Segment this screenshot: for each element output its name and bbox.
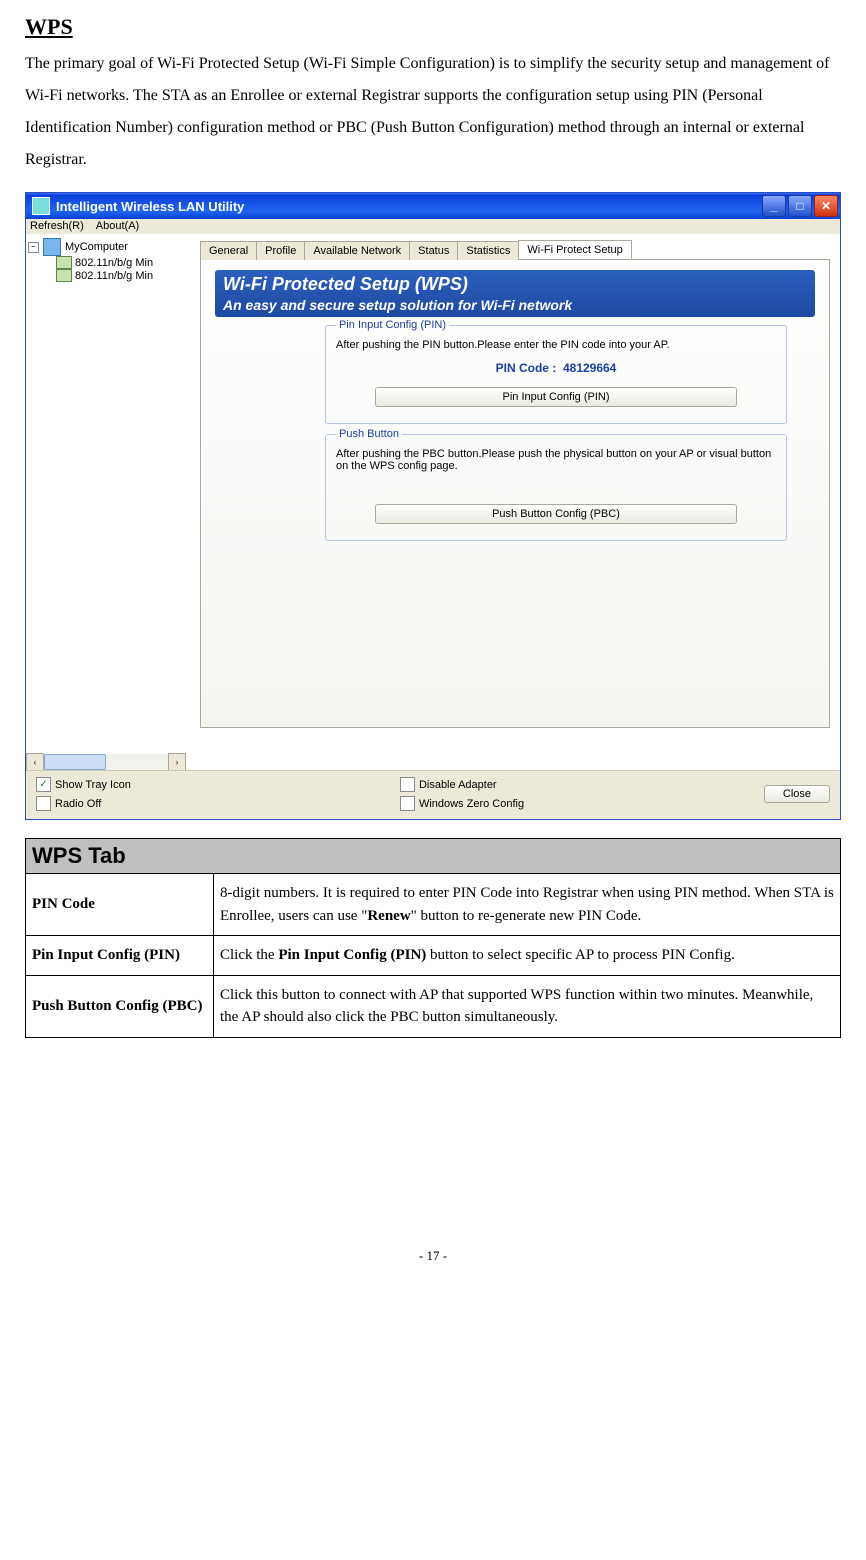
wps-banner: Wi-Fi Protected Setup (WPS) An easy and … bbox=[215, 270, 815, 317]
show-tray-checkbox[interactable]: ✓ Show Tray Icon bbox=[36, 777, 390, 792]
row-key: PIN Code bbox=[26, 874, 214, 936]
tree-root[interactable]: − MyComputer bbox=[28, 238, 184, 256]
pbc-hint: After pushing the PBC button.Please push… bbox=[336, 448, 776, 472]
app-icon bbox=[32, 197, 50, 215]
close-window-button[interactable]: ✕ bbox=[814, 195, 838, 217]
app-window: Intelligent Wireless LAN Utility _ □ ✕ R… bbox=[25, 192, 841, 820]
computer-icon bbox=[43, 238, 61, 256]
tab-available-network[interactable]: Available Network bbox=[304, 241, 410, 260]
checkbox-icon bbox=[400, 796, 415, 811]
tab-content: Wi-Fi Protected Setup (WPS) An easy and … bbox=[200, 260, 830, 728]
table-row: PIN Code 8-digit numbers. It is required… bbox=[26, 874, 841, 936]
tree-child-label: 802.11n/b/g Min bbox=[75, 257, 153, 269]
tree-scrollbar[interactable]: ‹ › bbox=[26, 754, 186, 770]
scroll-thumb[interactable] bbox=[44, 754, 106, 770]
banner-title: Wi-Fi Protected Setup (WPS) bbox=[223, 274, 807, 295]
scroll-right-icon[interactable]: › bbox=[168, 753, 186, 770]
tree-child-label: 802.11n/b/g Min bbox=[75, 270, 153, 282]
tab-statistics[interactable]: Statistics bbox=[457, 241, 519, 260]
menu-refresh[interactable]: Refresh(R) bbox=[30, 220, 84, 232]
intro-paragraph: The primary goal of Wi-Fi Protected Setu… bbox=[25, 48, 841, 176]
device-tree[interactable]: − MyComputer 802.11n/b/g Min 802.11n/b/g… bbox=[26, 234, 186, 770]
show-tray-label: Show Tray Icon bbox=[55, 779, 131, 791]
pbc-group: Push Button After pushing the PBC button… bbox=[325, 428, 787, 541]
checkbox-icon bbox=[36, 796, 51, 811]
banner-subtitle: An easy and secure setup solution for Wi… bbox=[223, 297, 807, 313]
tab-profile[interactable]: Profile bbox=[256, 241, 305, 260]
row-value: Click this button to connect with AP tha… bbox=[214, 975, 841, 1037]
pin-code-value: 48129664 bbox=[563, 361, 616, 375]
windows-zero-label: Windows Zero Config bbox=[419, 798, 524, 810]
maximize-button[interactable]: □ bbox=[788, 195, 812, 217]
adapter-icon bbox=[56, 256, 72, 269]
pin-config-button[interactable]: Pin Input Config (PIN) bbox=[375, 387, 737, 407]
wps-description-table: WPS Tab PIN Code 8-digit numbers. It is … bbox=[25, 838, 841, 1038]
row-value: Click the Pin Input Config (PIN) button … bbox=[214, 936, 841, 976]
tree-child[interactable]: 802.11n/b/g Min bbox=[28, 256, 184, 269]
windows-zero-checkbox[interactable]: Windows Zero Config bbox=[400, 796, 754, 811]
radio-off-label: Radio Off bbox=[55, 798, 101, 810]
pbc-config-button[interactable]: Push Button Config (PBC) bbox=[375, 504, 737, 524]
table-row: Push Button Config (PBC) Click this butt… bbox=[26, 975, 841, 1037]
row-value: 8-digit numbers. It is required to enter… bbox=[214, 874, 841, 936]
window-title: Intelligent Wireless LAN Utility bbox=[56, 199, 762, 214]
checkbox-checked-icon: ✓ bbox=[36, 777, 51, 792]
collapse-icon[interactable]: − bbox=[28, 242, 39, 253]
table-row: Pin Input Config (PIN) Click the Pin Inp… bbox=[26, 936, 841, 976]
disable-adapter-label: Disable Adapter bbox=[419, 779, 497, 791]
disable-adapter-checkbox[interactable]: Disable Adapter bbox=[400, 777, 754, 792]
checkbox-icon bbox=[400, 777, 415, 792]
tree-root-label: MyComputer bbox=[65, 241, 128, 253]
titlebar[interactable]: Intelligent Wireless LAN Utility _ □ ✕ bbox=[26, 193, 840, 219]
pin-hint: After pushing the PIN button.Please ente… bbox=[336, 339, 776, 351]
row-key: Pin Input Config (PIN) bbox=[26, 936, 214, 976]
pbc-group-legend: Push Button bbox=[336, 428, 402, 440]
tree-child[interactable]: 802.11n/b/g Min bbox=[28, 269, 184, 282]
tab-status[interactable]: Status bbox=[409, 241, 458, 260]
tab-wps[interactable]: Wi-Fi Protect Setup bbox=[518, 240, 631, 259]
bottom-panel: ✓ Show Tray Icon Disable Adapter Close R… bbox=[26, 770, 840, 819]
page-number: - 17 - bbox=[25, 1248, 841, 1264]
minimize-button[interactable]: _ bbox=[762, 195, 786, 217]
tab-general[interactable]: General bbox=[200, 241, 257, 260]
menubar: Refresh(R) About(A) bbox=[26, 219, 840, 234]
table-header: WPS Tab bbox=[26, 839, 841, 874]
scroll-left-icon[interactable]: ‹ bbox=[26, 753, 44, 770]
radio-off-checkbox[interactable]: Radio Off bbox=[36, 796, 390, 811]
row-key: Push Button Config (PBC) bbox=[26, 975, 214, 1037]
adapter-icon bbox=[56, 269, 72, 282]
menu-about[interactable]: About(A) bbox=[96, 220, 139, 232]
pin-code-label: PIN Code : bbox=[496, 361, 557, 375]
pin-group-legend: Pin Input Config (PIN) bbox=[336, 319, 449, 331]
close-button[interactable]: Close bbox=[764, 785, 830, 803]
section-title: WPS bbox=[25, 14, 841, 40]
pin-group: Pin Input Config (PIN) After pushing the… bbox=[325, 319, 787, 424]
tab-strip: General Profile Available Network Status… bbox=[200, 240, 830, 260]
